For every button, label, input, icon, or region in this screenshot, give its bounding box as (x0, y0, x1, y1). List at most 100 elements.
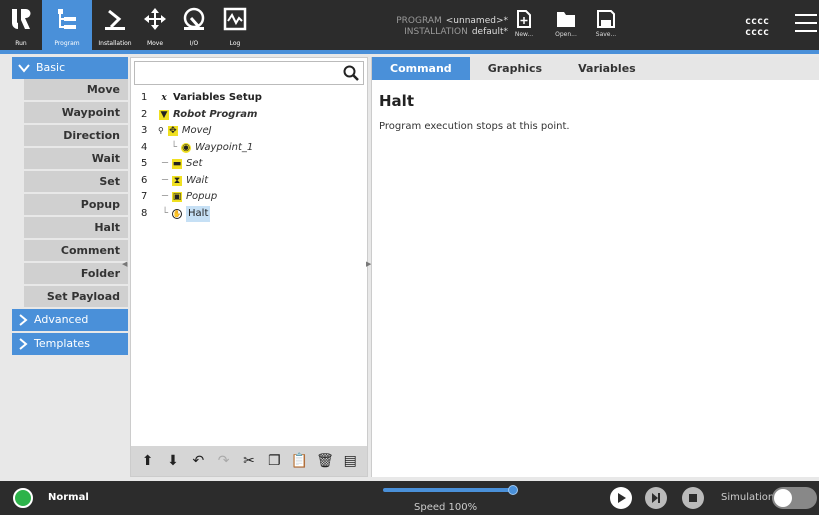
play-icon (618, 493, 626, 503)
basic-item-wait[interactable]: Wait (24, 148, 128, 169)
set-icon: ▬ (172, 159, 183, 170)
stop-icon (689, 494, 697, 502)
basic-item-comment[interactable]: Comment (24, 240, 128, 261)
undo-icon[interactable]: ↶ (188, 453, 208, 469)
tree-connector: ─ (162, 191, 169, 202)
basic-item-popup[interactable]: Popup (24, 194, 128, 215)
collapse-left-handle-icon[interactable]: ◀ (122, 260, 127, 268)
basic-item-direction[interactable]: Direction (24, 125, 128, 146)
open-button[interactable]: Open... (551, 6, 581, 46)
move-up-icon[interactable]: ⬆ (138, 453, 158, 469)
program-label: PROGRAM (396, 16, 442, 26)
templates-section-header[interactable]: Templates (12, 333, 128, 355)
movej-icon: ✥ (167, 126, 178, 137)
simulation-label: Simulation (721, 492, 775, 503)
tree-row-set[interactable]: 5 ─ ▬ Set (131, 156, 367, 173)
tree-row-popup[interactable]: 7 ─ ▣ Popup (131, 189, 367, 206)
expand-pin-icon[interactable]: ⚲ (158, 123, 164, 140)
line-number: 7 (141, 191, 148, 202)
tree-label: Halt (186, 205, 211, 222)
line-number: 5 (141, 158, 148, 169)
line-number: 4 (141, 141, 148, 153)
step-icon (652, 493, 660, 503)
installation-label: INSTALLATION (404, 27, 468, 37)
command-title: Halt (379, 92, 414, 110)
nav-run[interactable]: Run (2, 0, 40, 50)
cut-icon[interactable]: ✂ (239, 453, 259, 469)
hamburger-menu-icon[interactable] (795, 14, 817, 34)
io-icon (183, 7, 205, 30)
chevron-down-icon (18, 64, 30, 73)
play-button[interactable] (610, 487, 632, 509)
program-info: PROGRAM <unnamed>* INSTALLATION default* (368, 16, 508, 38)
nav-program[interactable]: Program (42, 0, 92, 50)
robot-status-icon[interactable] (13, 488, 33, 508)
line-number: 3 (141, 125, 148, 136)
delete-icon[interactable]: 🗑 (315, 453, 335, 469)
robot-program-icon: ▼ (159, 109, 169, 120)
line-number: 2 (141, 108, 148, 120)
simulation-toggle[interactable] (772, 487, 817, 509)
suppress-icon[interactable]: ▤ (340, 453, 360, 469)
tree-row-waypoint[interactable]: 4 └ ◉ Waypoint_1 (131, 140, 367, 157)
robot-name-line-2: cccc (745, 27, 770, 38)
robot-name-line-1: cccc (745, 16, 770, 27)
installation-icon (105, 9, 125, 30)
basic-item-set[interactable]: Set (24, 171, 128, 192)
line-number: 6 (141, 174, 148, 186)
new-button[interactable]: New... (509, 6, 539, 46)
step-button[interactable] (645, 487, 667, 509)
command-panel: Command Graphics Variables Halt Program … (371, 57, 819, 477)
basic-item-waypoint[interactable]: Waypoint (24, 102, 128, 123)
tab-variables[interactable]: Variables (560, 57, 654, 80)
tree-row-halt[interactable]: 8 └ ✋ Halt (131, 205, 367, 222)
basic-item-move[interactable]: Move (24, 79, 128, 100)
speed-slider-track[interactable] (383, 488, 516, 492)
tree-connector: └ (162, 207, 169, 219)
nav-move[interactable]: Move (136, 0, 174, 50)
toggle-knob (774, 489, 792, 507)
paste-icon[interactable]: 📋 (290, 453, 310, 469)
tree-label: MoveJ (181, 125, 212, 136)
tree-row-robot-program[interactable]: 2 ▼ Robot Program (131, 107, 367, 124)
tree-label: Wait (186, 174, 209, 186)
tab-command[interactable]: Command (372, 57, 470, 80)
save-button[interactable]: Save... (591, 6, 621, 46)
tab-graphics[interactable]: Graphics (470, 57, 560, 80)
tree-row-movej[interactable]: 3 ⚲ ✥ MoveJ (131, 123, 367, 140)
nav-installation[interactable]: Installation (95, 0, 135, 50)
line-number: 1 (141, 92, 148, 103)
save-label: Save... (595, 31, 617, 38)
templates-section-label: Templates (34, 337, 90, 350)
new-label: New... (514, 31, 534, 38)
basic-item-folder[interactable]: Folder (24, 263, 128, 284)
open-label: Open... (555, 31, 577, 38)
redo-icon[interactable]: ↷ (214, 453, 234, 469)
program-tree: 1 x Variables Setup 2 ▼ Robot Program 3 … (131, 90, 367, 222)
basic-section-header[interactable]: Basic (12, 57, 128, 79)
advanced-section-label: Advanced (34, 313, 89, 326)
chevron-right-icon (19, 338, 28, 350)
tree-toolbar: ⬆ ⬇ ↶ ↷ ✂ ❐ 📋 🗑 ▤ (131, 446, 367, 476)
tree-label: Popup (186, 191, 218, 202)
stop-button[interactable] (682, 487, 704, 509)
tree-search-input[interactable] (134, 61, 364, 85)
copy-icon[interactable]: ❐ (264, 453, 284, 469)
nav-log[interactable]: Log (216, 0, 254, 50)
tree-row-variables-setup[interactable]: 1 x Variables Setup (131, 90, 367, 107)
speed-slider-handle[interactable] (508, 485, 518, 495)
popup-icon: ▣ (172, 192, 183, 203)
bottom-bar: Normal Speed 100% Simulation (0, 481, 819, 515)
new-file-icon (517, 10, 531, 28)
basic-item-set-payload[interactable]: Set Payload (24, 286, 128, 307)
search-icon[interactable] (343, 65, 359, 81)
basic-section-label: Basic (36, 61, 66, 74)
basic-item-halt[interactable]: Halt (24, 217, 128, 238)
left-nav: Basic Move Waypoint Direction Wait Set P… (12, 57, 128, 477)
move-down-icon[interactable]: ⬇ (163, 453, 183, 469)
advanced-section-header[interactable]: Advanced (12, 309, 128, 331)
tree-row-wait[interactable]: 6 ─ ⧗ Wait (131, 173, 367, 190)
nav-io[interactable]: I/O (175, 0, 213, 50)
basic-items-list: Move Waypoint Direction Wait Set Popup H… (24, 79, 128, 307)
save-icon (597, 10, 615, 28)
